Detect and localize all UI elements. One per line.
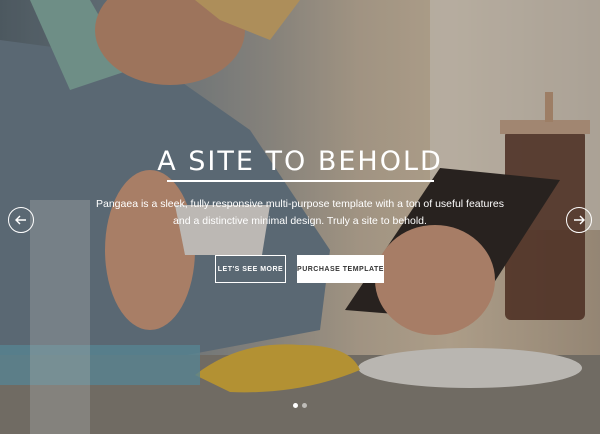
lets-see-more-button[interactable]: LET'S SEE MORE	[215, 255, 286, 283]
hero-slider: A SITE TO BEHOLD Pangaea is a sleek, ful…	[0, 0, 600, 434]
hero-title: A SITE TO BEHOLD	[157, 146, 443, 177]
pagination-dot-2[interactable]	[302, 403, 307, 408]
purchase-template-button[interactable]: PURCHASE TEMPLATE	[297, 255, 384, 283]
slide-pagination	[293, 403, 307, 408]
arrow-left-icon	[15, 215, 26, 225]
next-slide-button[interactable]	[566, 207, 592, 233]
prev-slide-button[interactable]	[8, 207, 34, 233]
title-underline	[167, 180, 434, 182]
arrow-right-icon	[574, 215, 585, 225]
pagination-dot-1[interactable]	[293, 403, 298, 408]
hero-description: Pangaea is a sleek, fully responsive mul…	[96, 198, 504, 227]
